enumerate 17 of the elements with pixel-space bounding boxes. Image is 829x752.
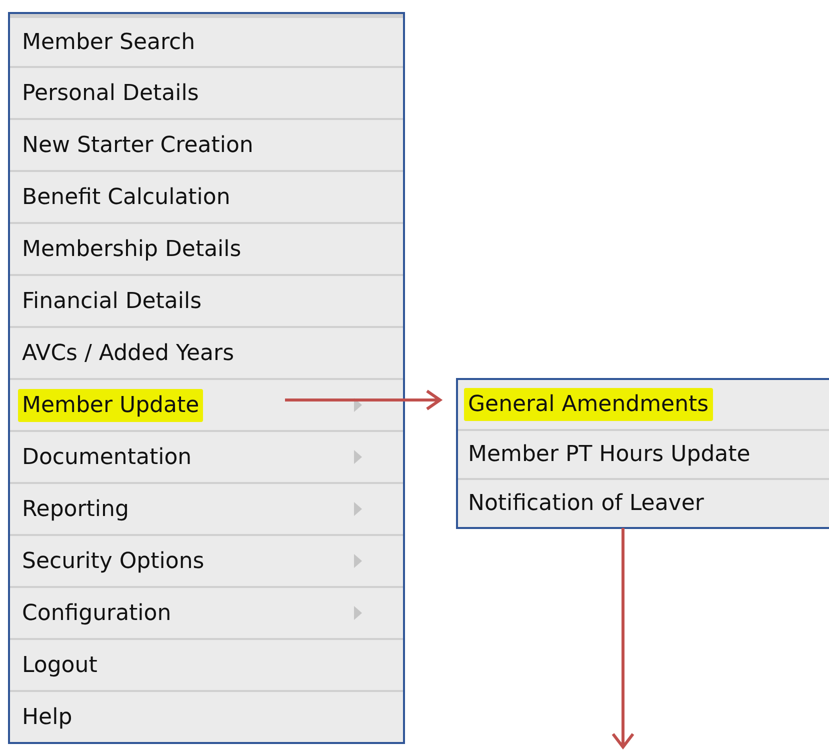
menu-item[interactable]: Security Options [22,544,204,578]
submenu-item[interactable]: Notification of Leaver [468,487,704,520]
menu-item[interactable]: AVCs / Added Years [22,336,234,370]
menu-item[interactable]: Membership Details [22,232,242,266]
menu-item[interactable]: Documentation [22,440,192,474]
menu-item[interactable]: Personal Details [22,76,199,110]
submenu-item[interactable]: Member PT Hours Update [468,438,750,471]
submenu-item[interactable]: General Amendments [464,388,713,421]
menu-item[interactable]: Benefit Calculation [22,180,230,214]
menu-item[interactable]: Member Search [22,26,196,58]
menu-item[interactable]: Help [22,700,72,734]
menu-item[interactable]: Member Update [18,388,204,422]
menu-item[interactable]: New Starter Creation [22,128,254,162]
menu-item[interactable]: Financial Details [22,284,202,318]
menu-item[interactable]: Configuration [22,596,172,630]
menu-item[interactable]: Reporting [22,492,129,526]
menu-item[interactable]: Logout [22,648,98,682]
